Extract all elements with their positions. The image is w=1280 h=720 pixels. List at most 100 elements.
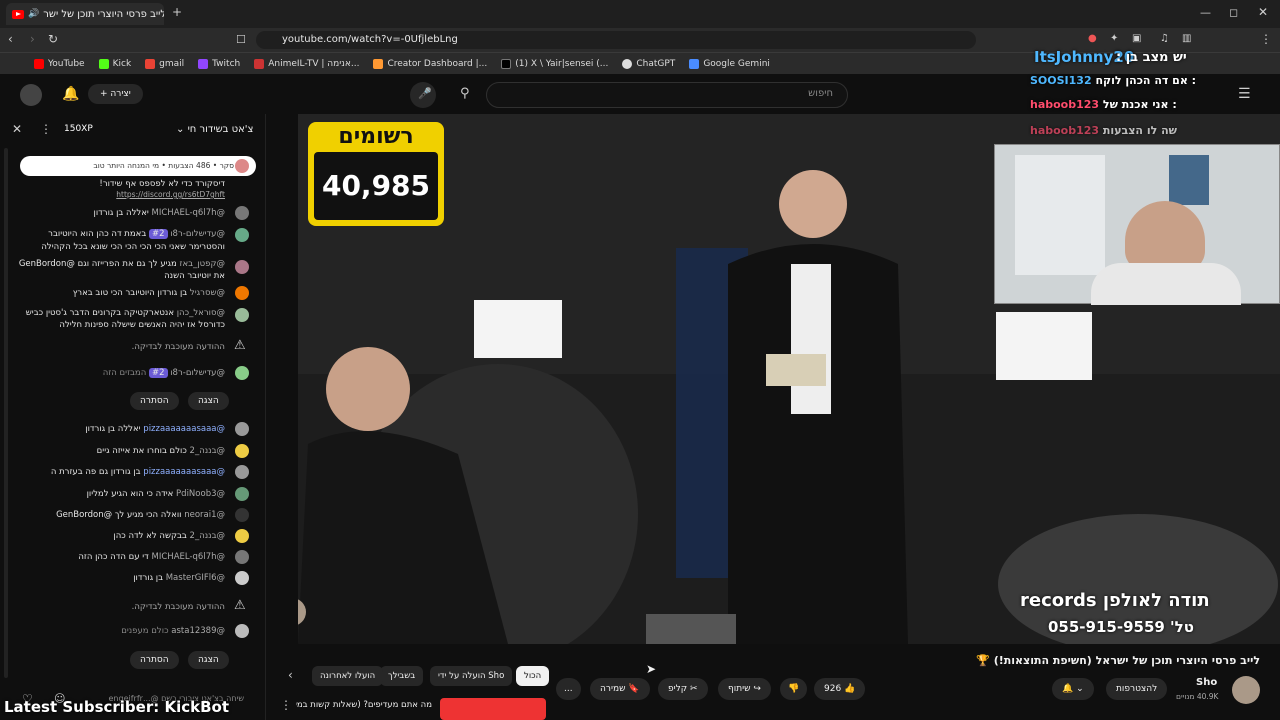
create-button[interactable]: + יצירה (88, 84, 143, 104)
sidebar-icon[interactable]: ▥ (1182, 33, 1191, 44)
url-text: youtube.com/watch?v=-0UfjlebLng (282, 34, 458, 45)
search-input[interactable]: חיפוש (486, 82, 848, 108)
chat-message: @pizzaaaaaaasaaa יאללה בן גורדון (85, 424, 225, 434)
plus-icon: + (100, 89, 108, 99)
bookmark-twitch[interactable]: Twitch (198, 58, 240, 69)
bookmark-x[interactable]: (1) X \ Yair|sensei (... (501, 58, 608, 69)
avatar (235, 550, 249, 564)
speaker-icon[interactable]: 🔊 (28, 9, 39, 19)
subscriber-count: 40.9K מנויים (1176, 692, 1219, 701)
bookmark-icon[interactable]: ☐ (236, 33, 246, 46)
minimize-icon[interactable]: — (1200, 6, 1211, 19)
video-player[interactable]: תודה לאולפן records טל' 055-915-9559 (298, 114, 1280, 644)
warning-icon: ⚠ (234, 338, 246, 353)
bookmark-gemini[interactable]: Google Gemini (689, 58, 770, 69)
bookmark-creator-dashboard[interactable]: Creator Dashboard |... (373, 58, 487, 69)
extension2-icon[interactable]: ▣ (1132, 33, 1141, 44)
chat-scrollbar[interactable] (4, 148, 8, 678)
channel-name[interactable]: Sho (1196, 677, 1217, 688)
subscribe-button[interactable]: להצטרפות (1106, 678, 1168, 700)
chip-all[interactable]: הכול (516, 666, 550, 686)
browser-tab[interactable]: 🔊 לייב פרסי היוצרי תוכן של ישר ✕ (6, 3, 164, 25)
share-button[interactable]: שיתוף ↪ (718, 678, 771, 700)
chat-message: @MICHAEL-q6l7h יאללה בן גורדון (93, 208, 226, 218)
channel-avatar[interactable] (1232, 676, 1260, 704)
viewer-counter: רשומים 40,985 (308, 122, 444, 226)
hamburger-menu-icon[interactable]: ☰ (1238, 86, 1251, 102)
media-icon[interactable]: ♫ (1160, 33, 1169, 44)
voice-search-button[interactable]: 🎤 (410, 82, 436, 108)
mouse-cursor-icon: ➤ (646, 662, 657, 676)
show-button[interactable]: הצגה (188, 392, 229, 410)
clip-button[interactable]: קליפ ✂ (658, 678, 708, 700)
new-tab-icon[interactable]: + (172, 5, 182, 19)
streamer-shirt (1091, 263, 1241, 305)
chevron-left-icon[interactable]: ‹ (288, 668, 293, 682)
avatar (235, 366, 249, 380)
bookmark-chatgpt[interactable]: ChatGPT (622, 58, 675, 69)
recommendation-thumbnail[interactable] (440, 698, 546, 720)
chip-uploaded-by[interactable]: הועלה על ידי Sho (430, 666, 513, 686)
chat-menu-icon[interactable]: ⋮ (40, 122, 52, 136)
forward-icon[interactable]: › (30, 32, 35, 46)
menu-icon[interactable]: ⋮ (1260, 32, 1272, 46)
save-icon: 🔖 (628, 684, 640, 694)
avatar (235, 571, 249, 585)
maximize-icon[interactable]: ◻ (1229, 6, 1238, 19)
bookmark-kick[interactable]: Kick (98, 58, 131, 69)
video-title: לייב פרסי היוצרי תוכן של ישראל (חשיפת הת… (976, 654, 1260, 667)
notification-bell-button[interactable]: 🔔 ⌄ (1052, 678, 1094, 700)
record-icon[interactable]: ● (1088, 33, 1097, 44)
window-image (1015, 155, 1105, 275)
avatar (235, 444, 249, 458)
avatar (235, 286, 249, 300)
chat-message: @pizzaaaaaaasaaa בן גורדון גם פה בעזרת ה (50, 467, 225, 477)
url-input[interactable]: youtube.com/watch?v=-0UfjlebLng (256, 31, 976, 49)
held-message-notice: ההודעה מעוכבת לבדיקה. (131, 602, 225, 612)
avatar (235, 422, 249, 436)
like-button[interactable]: 926 👍 (814, 678, 866, 700)
show-button[interactable]: הצגה (188, 651, 229, 669)
chat-message: @neorai1 וואלה הכי מגיע לך @GenBordon (56, 510, 225, 520)
notifications-icon[interactable]: 🔔 (62, 86, 79, 102)
bell-icon: 🔔 (1062, 684, 1074, 694)
chat-message: @שסרגיל בן גורדון היוטיובר הכי טוב בארץ (72, 288, 225, 298)
youtube-favicon-icon (12, 9, 24, 19)
avatar (235, 624, 249, 638)
discord-link[interactable]: https://discord.gg/rs6tD7ghft (116, 190, 225, 199)
live-chat-panel: ✕ ⋮ 150XP צ'אט בשידור חי ⌄ סקר • 486 הצב… (0, 114, 266, 720)
chat-title[interactable]: צ'אט בשידור חי ⌄ (176, 124, 253, 135)
poll-banner[interactable]: סקר • 486 הצבעות • מי המנחה היותר טוב (20, 156, 256, 176)
bookmark-gmail[interactable]: gmail (145, 58, 184, 69)
xp-badge: 150XP (64, 124, 93, 134)
save-button[interactable]: שמירה 🔖 (590, 678, 650, 700)
avatar[interactable] (20, 84, 42, 106)
held-message-notice: ההודעה מעוכבת לבדיקה. (131, 342, 225, 352)
latest-subscriber-banner: Latest Subscriber: KickBot (4, 698, 229, 716)
extension-icon[interactable]: ✦ (1110, 33, 1118, 44)
overlay-line: haboob123 אני אכנת של : (1030, 98, 1177, 111)
hide-button[interactable]: הסתרה (130, 392, 179, 410)
search-icon[interactable]: ⚲ (460, 86, 470, 101)
chip-recent[interactable]: הועלו לאחרונה (312, 666, 384, 686)
dislike-button[interactable]: 👎 (780, 678, 808, 700)
bookmark-animeil[interactable]: AnimeIL-TV | אנימה... (254, 58, 359, 69)
close-window-icon[interactable]: ✕ (1258, 5, 1268, 19)
poster-image (1169, 155, 1209, 205)
recommendation-menu-icon[interactable]: ⋮ (280, 698, 292, 712)
chip-for-you[interactable]: בשבילך (380, 666, 424, 686)
hide-button[interactable]: הסתרה (130, 651, 179, 669)
chat-message: @עדישלום-ר8ו #2 באמת דה כהן הוא היוטיובר… (41, 229, 225, 252)
reload-icon[interactable]: ↻ (48, 32, 58, 46)
share-icon: ↪ (753, 684, 761, 694)
back-icon[interactable]: ‹ (8, 32, 13, 46)
webcam-overlay (994, 144, 1280, 305)
more-actions-button[interactable]: ... (556, 678, 581, 700)
close-chat-icon[interactable]: ✕ (12, 122, 22, 136)
chat-message: @MICHAEL-q6l7h די עם הדה כהן הזה (78, 552, 225, 562)
bookmark-youtube[interactable]: YouTube (34, 58, 85, 69)
recommendation-title[interactable]: מה אתם מעדיפים? (שאלות קשות במיוחד) (296, 700, 432, 710)
overlay-line: SOOSI132 אם דה הכהן לוקח : (1030, 74, 1197, 87)
avatar (235, 529, 249, 543)
overlay-top-text: יש מצב בן : (1116, 50, 1187, 65)
